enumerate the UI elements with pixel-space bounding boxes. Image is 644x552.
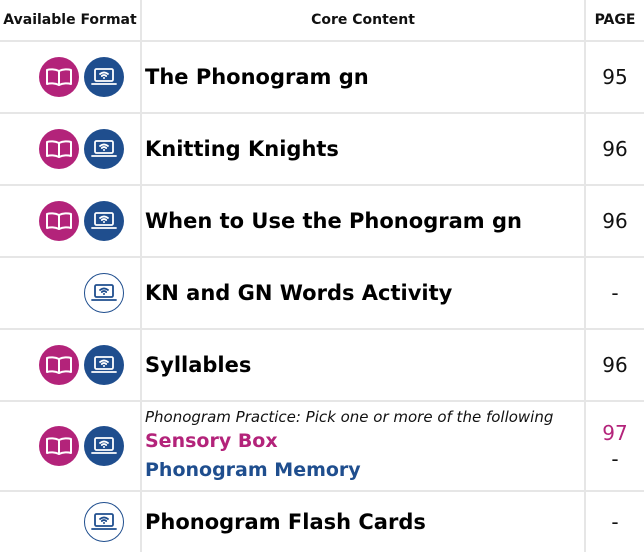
format-cell [0,401,142,492]
format-cell [0,113,142,186]
activity-title[interactable]: Syllables [145,353,251,377]
table-row: Phonogram Practice: Pick one or more of … [0,401,644,492]
format-cell [0,185,142,258]
page-number: - [611,447,619,471]
laptop-wifi-icon[interactable] [84,57,124,97]
table-row: The Phonogram gn 95 [0,41,644,114]
laptop-wifi-icon[interactable] [84,502,124,542]
format-cell [0,257,142,330]
page-number: 95 [585,41,644,114]
page-number: 96 [585,185,644,258]
activity-title[interactable]: When to Use the Phonogram gn [145,209,522,233]
table-row: Syllables 96 [0,329,644,402]
page-number: - [585,257,644,330]
laptop-wifi-icon[interactable] [84,273,124,313]
book-icon[interactable] [39,345,79,385]
content-cell: Phonogram Flash Cards [141,491,586,552]
content-cell: KN and GN Words Activity [141,257,586,330]
page-number: - [611,510,619,534]
option-phonogram-memory[interactable]: Phonogram Memory [145,456,584,485]
lesson-table: Available Format Core Content PAGE The P… [0,0,644,552]
book-icon[interactable] [39,426,79,466]
format-cell [0,41,142,114]
content-cell: When to Use the Phonogram gn [141,185,586,258]
content-cell: Phonogram Practice: Pick one or more of … [141,401,586,492]
laptop-wifi-icon[interactable] [84,345,124,385]
laptop-wifi-icon[interactable] [84,201,124,241]
header-core-content: Core Content [141,0,586,42]
book-icon[interactable] [39,129,79,169]
option-sensory-box[interactable]: Sensory Box [145,427,584,456]
page-number: 96 [585,113,644,186]
format-cell [0,329,142,402]
header-page: PAGE [585,0,644,42]
table-row: When to Use the Phonogram gn 96 [0,185,644,258]
format-cell [0,491,142,552]
page-cell: 97 - [585,401,644,492]
laptop-wifi-icon[interactable] [84,426,124,466]
activity-title[interactable]: Knitting Knights [145,137,339,161]
activity-title[interactable]: KN and GN Words Activity [145,281,452,305]
table-row: Phonogram Flash Cards - [0,491,644,552]
table-row: Knitting Knights 96 [0,113,644,186]
header-available-format: Available Format [0,0,142,42]
book-icon[interactable] [39,57,79,97]
content-cell: Syllables [141,329,586,402]
activity-title[interactable]: The Phonogram gn [145,65,369,89]
laptop-wifi-icon[interactable] [84,129,124,169]
book-icon[interactable] [39,201,79,241]
page-number: 97 [602,421,628,445]
content-cell: The Phonogram gn [141,41,586,114]
header-row: Available Format Core Content PAGE [0,0,644,42]
activity-title[interactable]: Phonogram Flash Cards [145,510,426,534]
content-cell: Knitting Knights [141,113,586,186]
table-row: KN and GN Words Activity - [0,257,644,330]
page-number: 96 [585,329,644,402]
practice-intro: Phonogram Practice: Pick one or more of … [145,408,554,426]
